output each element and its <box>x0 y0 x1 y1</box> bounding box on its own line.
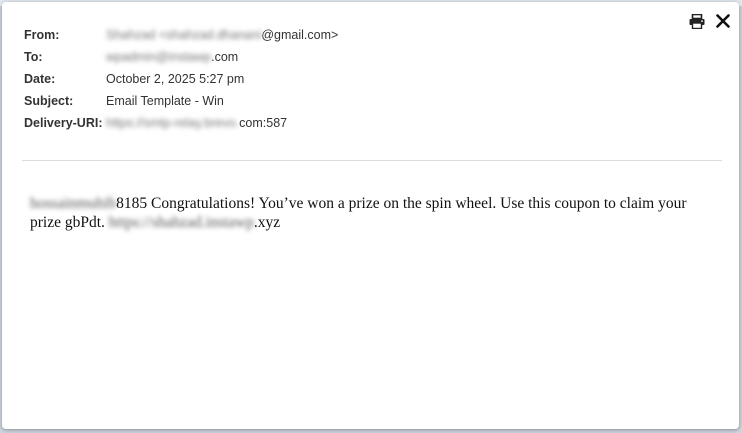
delivery-uri-value: https://smtp-relay.brevo.com:587 <box>106 116 287 130</box>
header-divider <box>22 160 722 161</box>
from-domain: @gmail.com> <box>261 28 339 42</box>
url-tld: .xyz <box>253 214 281 231</box>
email-body: hossainmuhib8185 Congratulations! You’ve… <box>30 194 720 232</box>
subject-label: Subject: <box>24 94 74 108</box>
from-label: From: <box>24 28 60 42</box>
subject-value: Email Template - Win <box>106 94 224 108</box>
print-icon[interactable] <box>688 12 706 30</box>
delivery-uri-port: com:587 <box>239 116 288 130</box>
url-redacted: https://shahzad.instawp <box>108 214 254 231</box>
delivery-uri-label: Delivery-URI: <box>24 116 103 130</box>
header-subject: Subject: Email Template - Win <box>24 90 338 112</box>
header-delivery-uri: Delivery-URI: https://smtp-relay.brevo.c… <box>24 112 338 134</box>
from-redacted: Shahzad <shahzad.dhanani <box>106 28 262 42</box>
date-value: October 2, 2025 5:27 pm <box>106 72 245 86</box>
header-to: To: wpadmin@instawp.com <box>24 46 338 68</box>
to-label: To: <box>24 50 43 64</box>
recipient-name-redacted: hossainmuhib <box>30 195 117 212</box>
email-viewer-modal: From: Shahzad <shahzad.dhanani@gmail.com… <box>2 2 739 429</box>
to-value: wpadmin@instawp.com <box>106 50 238 64</box>
modal-actions <box>688 12 732 30</box>
close-icon[interactable] <box>714 12 732 30</box>
email-headers: From: Shahzad <shahzad.dhanani@gmail.com… <box>24 24 338 134</box>
header-date: Date: October 2, 2025 5:27 pm <box>24 68 338 90</box>
from-value: Shahzad <shahzad.dhanani@gmail.com> <box>106 28 338 42</box>
to-domain: .com <box>211 50 239 64</box>
date-label: Date: <box>24 72 56 86</box>
to-redacted: wpadmin@instawp <box>106 50 212 64</box>
delivery-uri-redacted: https://smtp-relay.brevo. <box>106 116 240 130</box>
header-from: From: Shahzad <shahzad.dhanani@gmail.com… <box>24 24 338 46</box>
